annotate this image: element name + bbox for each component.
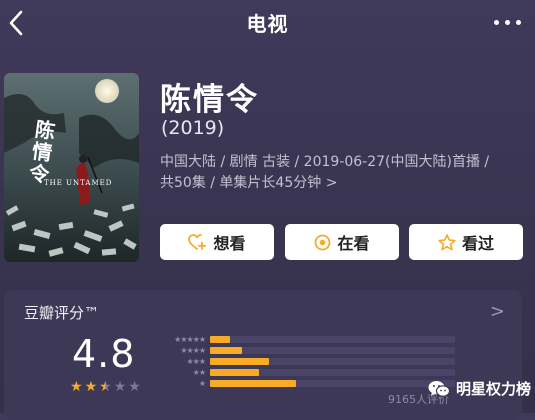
star-half-icon: ★ (99, 379, 112, 395)
distribution-track (210, 347, 455, 354)
want-to-watch-button[interactable]: 想看 (160, 224, 274, 260)
heart-plus-icon (188, 233, 207, 250)
target-circle-icon (315, 234, 331, 250)
rating-stars: ★ ★ ★ ★ ★ (70, 380, 141, 394)
star-filled-icon: ★ (70, 379, 83, 395)
nav-title: 电视 (246, 12, 289, 36)
watermark: 明星权力榜 (428, 378, 531, 399)
more-button[interactable] (487, 10, 527, 34)
distribution-stars-icon: ★★★★ (180, 346, 206, 355)
distribution-bar (210, 380, 296, 387)
rating-chevron-icon[interactable]: > (490, 301, 505, 322)
distribution-row: ★★★★ (150, 346, 455, 355)
distribution-row: ★★ (150, 368, 455, 377)
poster-art: 陈情令 THE UNTAMED (4, 73, 139, 262)
more-dot-icon (504, 19, 510, 25)
star-empty-icon: ★ (128, 379, 141, 395)
distribution-bar (210, 369, 259, 376)
watermark-text: 明星权力榜 (456, 380, 532, 398)
poster-english-title: THE UNTAMED (44, 179, 112, 187)
watching-button[interactable]: 在看 (285, 224, 399, 260)
distribution-bar (210, 358, 269, 365)
movie-title: 陈情令 (160, 82, 259, 118)
star-outline-icon (438, 233, 456, 250)
distribution-row: ★★★ (150, 357, 455, 366)
distribution-track (210, 380, 455, 387)
distribution-stars-icon: ★★★★★ (174, 335, 206, 344)
distribution-stars-icon: ★★ (192, 368, 206, 377)
meta-line: 共50集 / 单集片长45分钟 > (160, 173, 525, 194)
distribution-track (210, 358, 455, 365)
distribution-bar (210, 336, 230, 343)
distribution-row: ★ (150, 379, 455, 388)
meta-line-text: 共50集 / 单集片长45分钟 (160, 175, 322, 191)
rating-title: 豆瓣评分™ (24, 304, 100, 322)
meta-chevron-icon: > (325, 175, 338, 191)
distribution-track (210, 369, 455, 376)
distribution-stars-icon: ★★★ (186, 357, 206, 366)
movie-year: (2019) (161, 117, 225, 139)
meta-line: 中国大陆 / 剧情 古装 / 2019-06-27(中国大陆)首播 / (160, 154, 490, 170)
rating-score: 4.8 (72, 332, 136, 376)
distribution-row: ★★★★★ (150, 335, 455, 344)
star-filled-icon: ★ (84, 379, 98, 395)
distribution-bar (210, 347, 242, 354)
watching-label: 在看 (337, 234, 370, 253)
star-empty-icon: ★ (113, 379, 127, 395)
more-dot-icon (493, 19, 499, 25)
wechat-icon (428, 380, 450, 397)
watched-button[interactable]: 看过 (409, 224, 523, 260)
poster-image[interactable]: 陈情令 THE UNTAMED (4, 73, 139, 262)
distribution-stars-icon: ★ (198, 379, 206, 388)
movie-meta[interactable]: 中国大陆 / 剧情 古装 / 2019-06-27(中国大陆)首播 / 共50集… (160, 152, 525, 194)
distribution-track (210, 336, 455, 343)
want-to-watch-label: 想看 (213, 234, 246, 253)
watched-label: 看过 (461, 234, 494, 253)
more-dot-icon (515, 19, 521, 25)
